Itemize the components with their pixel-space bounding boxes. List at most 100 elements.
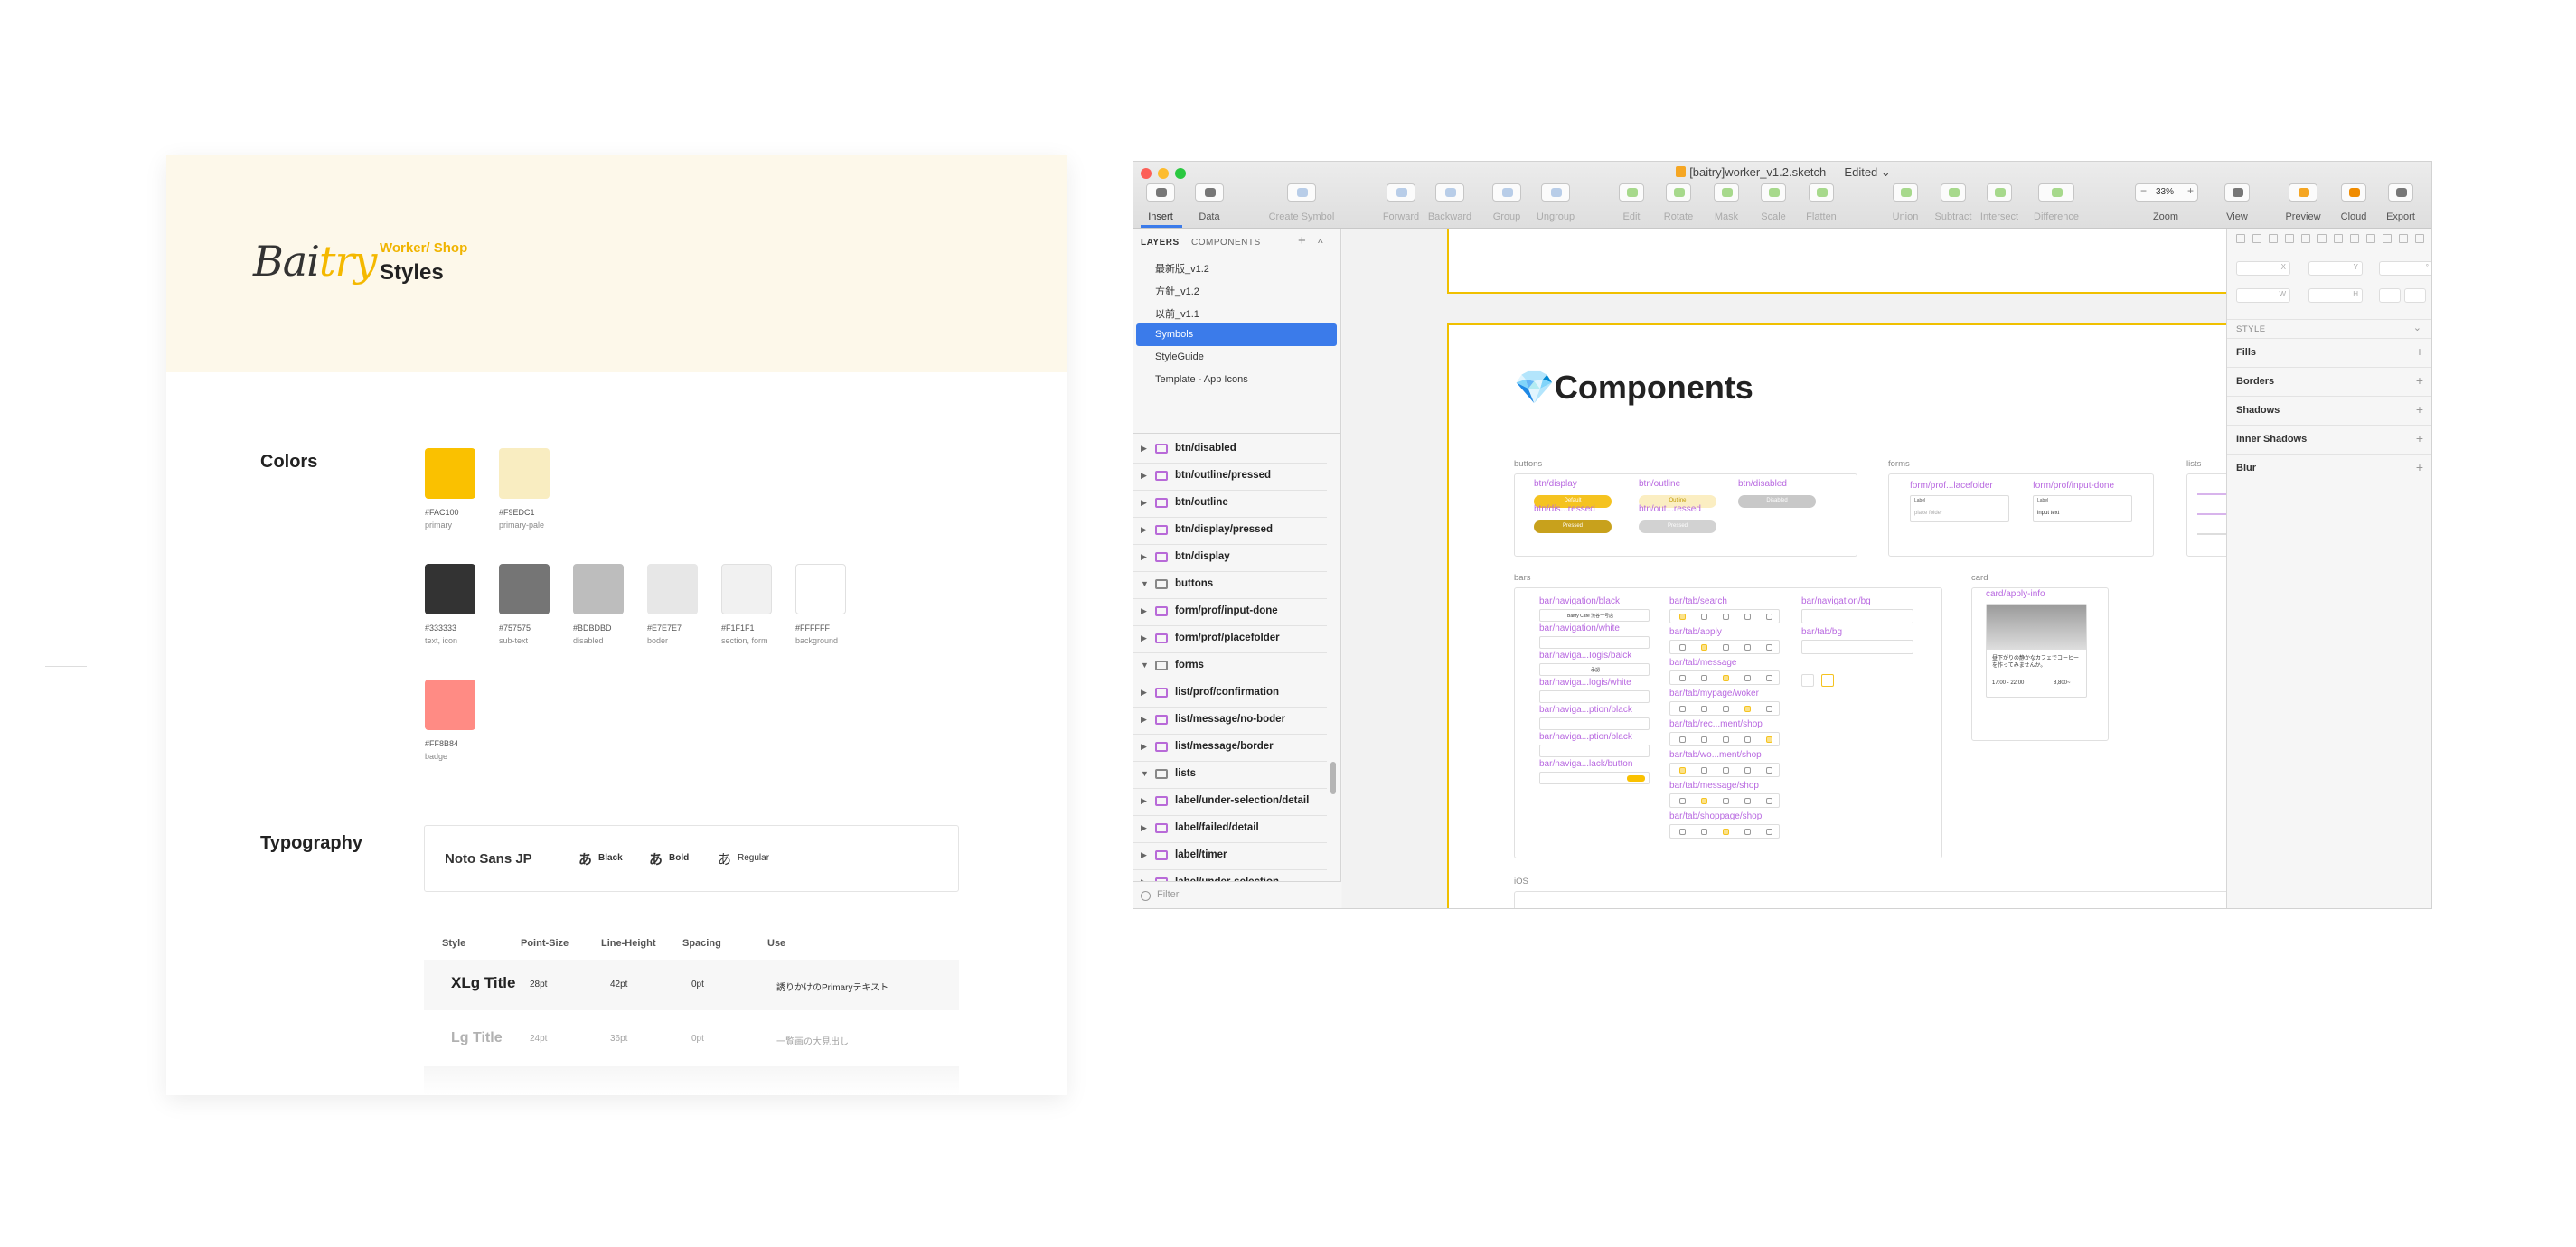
tab-bar-symbol[interactable] — [1669, 763, 1780, 777]
add-icon[interactable]: + — [2416, 344, 2423, 359]
disclosure-triangle-icon[interactable]: ▼ — [1141, 579, 1149, 588]
bar-bg-symbol[interactable] — [1801, 640, 1913, 654]
toolbar-label-export[interactable]: Export — [2364, 211, 2431, 222]
badge-symbol[interactable] — [1801, 674, 1814, 687]
add-icon[interactable]: + — [2416, 402, 2423, 417]
button-symbol[interactable]: Pressed — [1639, 520, 1716, 533]
disclosure-triangle-icon[interactable]: ▶ — [1141, 471, 1147, 481]
toolbar-view-button[interactable] — [2224, 183, 2250, 202]
tab-bar-symbol[interactable] — [1669, 824, 1780, 839]
align-icon[interactable] — [2236, 234, 2245, 243]
page-item[interactable]: Symbols — [1155, 329, 1193, 340]
ios-group[interactable] — [1514, 891, 2226, 908]
tab-bar-symbol[interactable] — [1669, 701, 1780, 716]
tab-bar-symbol[interactable] — [1669, 793, 1780, 808]
disclosure-triangle-icon[interactable]: ▶ — [1141, 525, 1147, 535]
add-icon[interactable]: + — [2416, 373, 2423, 388]
inspector-field[interactable]: ° — [2379, 261, 2431, 276]
nav-bar-symbol[interactable] — [1539, 772, 1650, 784]
filter-input[interactable]: Filter — [1157, 889, 1179, 900]
artboard-top[interactable] — [1447, 229, 2226, 294]
toolbar-label-view[interactable]: View — [2201, 211, 2273, 222]
page-item[interactable]: Template - App Icons — [1155, 374, 1248, 385]
disclosure-triangle-icon[interactable]: ▶ — [1141, 633, 1147, 643]
layer-group[interactable]: ▼ buttons — [1133, 572, 1327, 599]
inspector-field[interactable]: Y — [2308, 261, 2363, 276]
toolbar-cloud-button[interactable] — [2341, 183, 2366, 202]
disclosure-triangle-icon[interactable]: ▶ — [1141, 498, 1147, 508]
toolbar-data-button[interactable] — [1195, 183, 1224, 202]
disclosure-triangle-icon[interactable]: ▶ — [1141, 688, 1147, 698]
nav-bar-symbol[interactable] — [1539, 636, 1650, 649]
layer-symbol[interactable]: ▶ list/prof/confirmation — [1133, 680, 1327, 708]
align-icon[interactable] — [2350, 234, 2359, 243]
disclosure-triangle-icon[interactable]: ▶ — [1141, 796, 1147, 806]
toolbar-preview-button[interactable] — [2289, 183, 2317, 202]
card-apply-info[interactable]: 昼下がりの静かなカフェでコーヒーを作ってみませんか。 17:00 - 22:00… — [1986, 604, 2087, 698]
toolbar-insert-button[interactable] — [1146, 183, 1175, 202]
layer-symbol[interactable]: ▶ label/timer — [1133, 843, 1327, 870]
bar-bg-symbol[interactable] — [1801, 609, 1913, 624]
flip-horizontal-button[interactable] — [2379, 288, 2401, 303]
page-item[interactable]: 方針_v1.2 — [1155, 284, 1199, 298]
zoom-in-button[interactable]: + — [2187, 184, 2194, 197]
nav-bar-symbol[interactable]: Baitry Cafe 渋谷一号店 — [1539, 609, 1650, 622]
disclosure-triangle-icon[interactable]: ▶ — [1141, 606, 1147, 616]
layer-symbol[interactable]: ▶ label/failed/detail — [1133, 816, 1327, 843]
disclosure-triangle-icon[interactable]: ▶ — [1141, 850, 1147, 860]
layers-scrollbar[interactable] — [1330, 762, 1336, 794]
toolbar-export-button[interactable] — [2388, 183, 2413, 202]
style-section-shadows[interactable]: Shadows + — [2227, 397, 2431, 426]
align-icon[interactable] — [2301, 234, 2310, 243]
add-page-button[interactable]: + — [1298, 233, 1306, 248]
disclosure-triangle-icon[interactable]: ▶ — [1141, 444, 1147, 454]
artboard-components[interactable]: 💎Components buttons btn/display Default bt… — [1447, 323, 2226, 908]
tab-bar-symbol[interactable] — [1669, 732, 1780, 746]
button-symbol[interactable]: Disabled — [1738, 495, 1816, 508]
page-item[interactable]: 最新版_v1.2 — [1155, 261, 1209, 276]
style-section-fills[interactable]: Fills + — [2227, 339, 2431, 368]
nav-bar-symbol[interactable] — [1539, 717, 1650, 730]
align-icon[interactable] — [2366, 234, 2375, 243]
zoom-control[interactable]: −33% + — [2135, 183, 2198, 202]
disclosure-triangle-icon[interactable]: ▼ — [1141, 661, 1149, 670]
align-icon[interactable] — [2269, 234, 2278, 243]
inspector-field[interactable]: H — [2308, 288, 2363, 303]
style-section-borders[interactable]: Borders + — [2227, 368, 2431, 397]
toolbar-label-data[interactable]: Data — [1173, 211, 1246, 222]
style-section-inner-shadows[interactable]: Inner Shadows + — [2227, 426, 2431, 455]
layer-symbol[interactable]: ▶ btn/outline — [1133, 491, 1327, 518]
layer-symbol[interactable]: ▶ list/message/border — [1133, 735, 1327, 762]
align-icon[interactable] — [2252, 234, 2261, 243]
layer-group[interactable]: ▼ forms — [1133, 653, 1327, 680]
chevron-down-icon[interactable]: ⌄ — [2413, 322, 2421, 333]
disclosure-triangle-icon[interactable]: ▶ — [1141, 552, 1147, 562]
nav-bar-symbol[interactable]: 承認 — [1539, 663, 1650, 676]
chevron-down-icon[interactable]: ⌄ — [1881, 165, 1891, 179]
align-icon[interactable] — [2399, 234, 2408, 243]
page-item[interactable]: 以前_v1.1 — [1155, 306, 1199, 321]
tab-layers[interactable]: LAYERS — [1141, 238, 1180, 248]
button-symbol[interactable]: Pressed — [1534, 520, 1612, 533]
layer-symbol[interactable]: ▶ form/prof/placefolder — [1133, 626, 1327, 653]
page-item[interactable]: StyleGuide — [1155, 352, 1204, 362]
align-icon[interactable] — [2317, 234, 2327, 243]
align-icon[interactable] — [2383, 234, 2392, 243]
disclosure-triangle-icon[interactable]: ▶ — [1141, 742, 1147, 752]
layer-symbol[interactable]: ▶ form/prof/input-done — [1133, 599, 1327, 626]
tab-components[interactable]: COMPONENTS — [1191, 238, 1261, 248]
tab-bar-symbol[interactable] — [1669, 640, 1780, 654]
disclosure-triangle-icon[interactable]: ▶ — [1141, 823, 1147, 833]
flip-vertical-button[interactable] — [2404, 288, 2426, 303]
disclosure-triangle-icon[interactable]: ▶ — [1141, 715, 1147, 725]
style-section-blur[interactable]: Blur + — [2227, 455, 2431, 483]
add-icon[interactable]: + — [2416, 431, 2423, 445]
layer-symbol[interactable]: ▶ btn/outline/pressed — [1133, 464, 1327, 491]
disclosure-triangle-icon[interactable]: ▼ — [1141, 769, 1149, 778]
layer-symbol[interactable]: ▶ list/message/no-boder — [1133, 708, 1327, 735]
layer-symbol[interactable]: ▶ label/under-selection/detail — [1133, 789, 1327, 816]
layer-symbol[interactable]: ▶ btn/display — [1133, 545, 1327, 572]
zoom-out-button[interactable]: − — [2140, 184, 2147, 197]
tab-bar-symbol[interactable] — [1669, 670, 1780, 685]
inspector-field[interactable]: W — [2236, 288, 2290, 303]
